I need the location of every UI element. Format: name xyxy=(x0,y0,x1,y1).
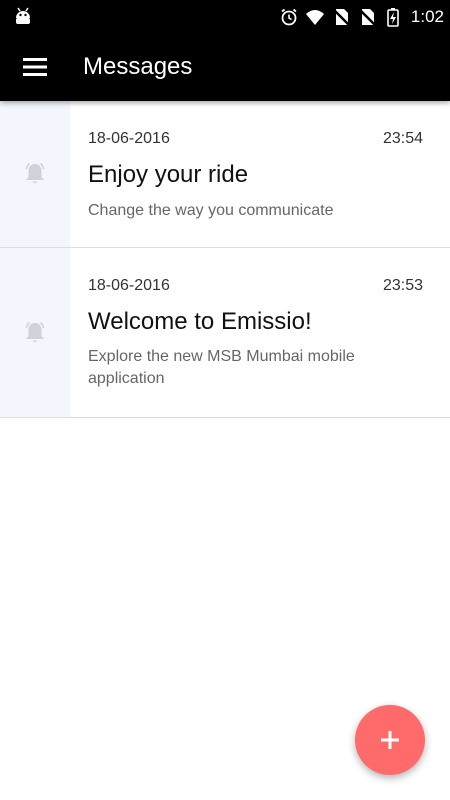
status-time: 1:02 xyxy=(410,6,444,26)
message-list: 18-06-2016 23:54 Enjoy your ride Change … xyxy=(0,101,450,418)
message-body: Change the way you communicate xyxy=(88,202,334,219)
message-icon-column xyxy=(0,248,70,417)
no-sim-icon xyxy=(358,7,377,27)
plus-icon xyxy=(381,731,399,749)
no-sim-icon xyxy=(332,7,351,27)
menu-button[interactable] xyxy=(14,46,56,88)
message-item[interactable]: 18-06-2016 23:54 Enjoy your ride Change … xyxy=(0,101,450,248)
message-icon-column xyxy=(0,101,70,247)
message-time: 23:54 xyxy=(382,130,423,147)
android-debug-icon xyxy=(12,5,34,27)
message-body: Explore the new MSB Mumbai mobile applic… xyxy=(88,348,355,387)
bell-icon xyxy=(25,321,45,342)
message-time: 23:53 xyxy=(382,277,423,294)
status-bar: 1:02 xyxy=(0,0,450,33)
status-icons: 1:02 xyxy=(279,0,444,33)
alarm-icon xyxy=(281,8,297,25)
message-date: 18-06-2016 xyxy=(88,277,170,294)
message-date: 18-06-2016 xyxy=(88,130,170,147)
battery-charging-icon xyxy=(387,7,399,27)
bell-icon xyxy=(25,162,45,184)
message-item[interactable]: 18-06-2016 23:53 Welcome to Emissio! Exp… xyxy=(0,248,450,418)
page-title: Messages xyxy=(83,53,193,80)
app-bar: Messages xyxy=(0,33,450,101)
hamburger-menu-icon xyxy=(23,58,47,76)
message-title: Enjoy your ride xyxy=(88,161,249,188)
wifi-icon xyxy=(305,9,324,25)
add-message-button[interactable] xyxy=(355,705,425,775)
message-title: Welcome to Emissio! xyxy=(88,308,312,335)
